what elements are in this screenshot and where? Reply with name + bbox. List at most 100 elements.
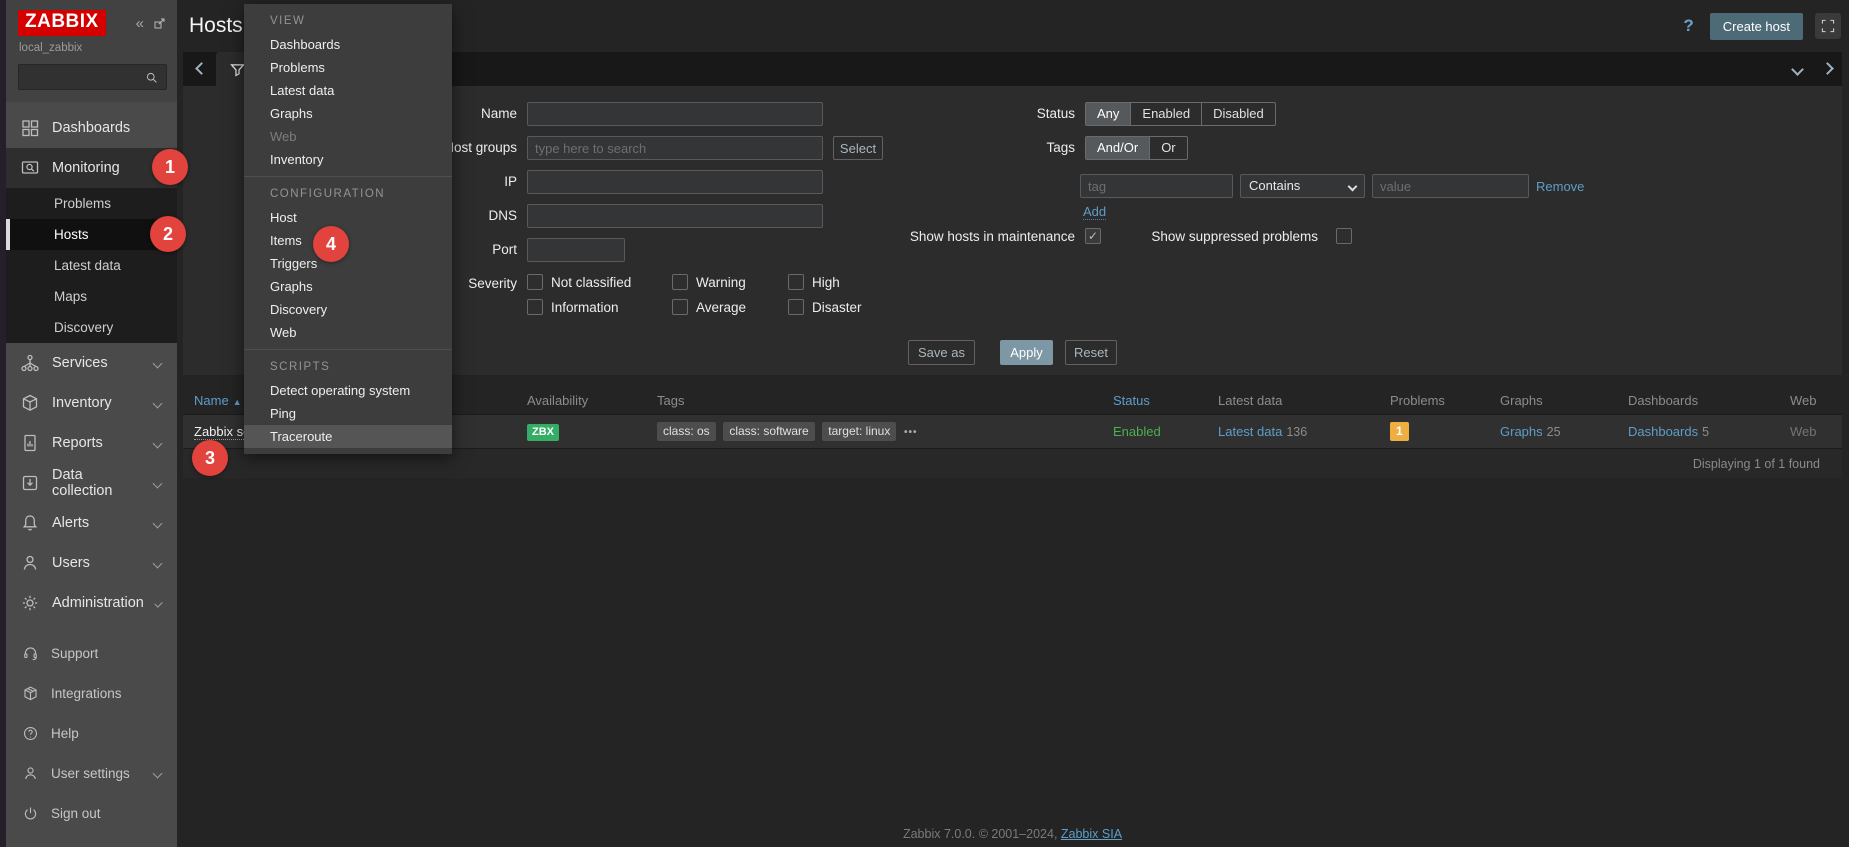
submenu-item-problems[interactable]: Problems (6, 188, 177, 219)
sidebar: ZABBIX « local_zabbix Dashboards Monitor… (6, 0, 177, 847)
hide-sidebar-icon[interactable] (152, 16, 167, 31)
menu-item-graphs[interactable]: Graphs (244, 102, 452, 125)
status-option-disabled[interactable]: Disabled (1202, 103, 1275, 125)
collapse-sidebar-icon[interactable]: « (136, 16, 144, 31)
save-as-button[interactable]: Save as (908, 340, 975, 365)
severity-disaster-checkbox[interactable] (788, 299, 804, 315)
sidebar-search[interactable] (18, 64, 167, 90)
host-status[interactable]: Enabled (1113, 424, 1218, 439)
menu-item-inventory[interactable]: Inventory (244, 148, 452, 171)
problems-count-badge[interactable]: 1 (1390, 422, 1409, 441)
search-input[interactable] (26, 70, 144, 84)
show-suppressed-problems-checkbox[interactable] (1336, 228, 1352, 244)
menu-item-detect-os[interactable]: Detect operating system (244, 379, 452, 402)
port-input[interactable] (527, 238, 625, 262)
submenu-item-maps[interactable]: Maps (6, 281, 177, 312)
sidebar-item-reports[interactable]: Reports (6, 423, 177, 463)
menu-item-discovery[interactable]: Discovery (244, 298, 452, 321)
tag-chip[interactable]: target: linux (822, 422, 897, 441)
search-icon[interactable] (144, 70, 159, 85)
tag-chip[interactable]: class: software (723, 422, 815, 441)
show-hosts-in-maintenance-label: Show hosts in maintenance (909, 229, 1075, 244)
sidebar-item-support[interactable]: Support (6, 633, 177, 673)
tags-operator-andor[interactable]: And/Or (1086, 137, 1151, 159)
column-header-status[interactable]: Status (1113, 393, 1218, 408)
sidebar-item-sign-out[interactable]: Sign out (6, 793, 177, 833)
sidebar-item-users[interactable]: Users (6, 543, 177, 583)
sidebar-item-dashboards[interactable]: Dashboards (6, 108, 177, 148)
tag-name-input[interactable] (1080, 174, 1233, 198)
severity-high-checkbox[interactable] (788, 274, 804, 290)
scroll-tabs-left-icon[interactable] (195, 62, 208, 75)
status-option-any[interactable]: Any (1086, 103, 1132, 125)
sidebar-item-inventory[interactable]: Inventory (6, 383, 177, 423)
sidebar-item-label: Dashboards (52, 120, 131, 136)
menu-item-config-web[interactable]: Web (244, 321, 452, 344)
tag-add-link[interactable]: Add (1083, 204, 1107, 220)
tags-operator-control: And/Or Or (1085, 136, 1188, 160)
users-icon (23, 555, 37, 570)
tags-operator-or[interactable]: Or (1150, 137, 1186, 159)
annotation-badge-4: 4 (313, 226, 349, 262)
submenu-item-latest-data[interactable]: Latest data (6, 250, 177, 281)
severity-warning: Warning (672, 273, 746, 291)
collapse-filter-icon[interactable] (1791, 63, 1804, 76)
annotation-badge-1: 1 (152, 149, 188, 185)
scroll-tabs-right-icon[interactable] (1821, 62, 1834, 75)
reset-button[interactable]: Reset (1065, 340, 1117, 365)
chevron-down-icon (152, 398, 163, 408)
sidebar-item-help[interactable]: Help (6, 713, 177, 753)
tag-value-input[interactable] (1372, 174, 1529, 198)
apply-button[interactable]: Apply (1000, 340, 1053, 365)
menu-item-triggers[interactable]: Triggers (244, 252, 452, 275)
sidebar-item-user-settings[interactable]: User settings (6, 753, 177, 793)
sidebar-item-data-collection[interactable]: Data collection (6, 463, 177, 503)
latest-data-link[interactable]: Latest data (1218, 424, 1282, 439)
menu-section-configuration: CONFIGURATION (270, 188, 386, 200)
menu-item-dashboards[interactable]: Dashboards (244, 33, 452, 56)
sidebar-item-alerts[interactable]: Alerts (6, 503, 177, 543)
chevron-down-icon (152, 558, 163, 568)
graphs-link[interactable]: Graphs (1500, 424, 1543, 439)
menu-item-traceroute[interactable]: Traceroute (244, 425, 452, 448)
menu-item-host[interactable]: Host (244, 206, 452, 229)
sidebar-item-integrations[interactable]: Integrations (6, 673, 177, 713)
dns-input[interactable] (527, 204, 823, 228)
sidebar-item-administration[interactable]: Administration (6, 583, 177, 623)
name-input[interactable] (527, 102, 823, 126)
more-tags-icon[interactable]: ••• (904, 427, 918, 438)
graphs-count: 25 (1546, 425, 1561, 439)
menu-item-problems[interactable]: Problems (244, 56, 452, 79)
host-name-link[interactable]: Zabbix se (194, 424, 251, 440)
column-header-problems: Problems (1390, 392, 1445, 408)
create-host-button[interactable]: Create host (1709, 12, 1803, 40)
sidebar-item-services[interactable]: Services (6, 343, 177, 383)
submenu-item-discovery[interactable]: Discovery (6, 312, 177, 343)
ip-input[interactable] (527, 170, 823, 194)
severity-information-checkbox[interactable] (527, 299, 543, 315)
severity-average-checkbox[interactable] (672, 299, 688, 315)
dashboards-link[interactable]: Dashboards (1628, 424, 1698, 439)
severity-not-classified-checkbox[interactable] (527, 274, 543, 290)
tag-match-select[interactable]: Contains (1240, 174, 1365, 198)
menu-divider (244, 176, 452, 177)
kiosk-mode-button[interactable] (1815, 13, 1841, 39)
status-option-enabled[interactable]: Enabled (1131, 103, 1203, 125)
fullscreen-icon (1821, 19, 1835, 33)
column-header-tags: Tags (657, 392, 685, 408)
menu-item-ping[interactable]: Ping (244, 402, 452, 425)
host-groups-input[interactable] (527, 136, 823, 160)
help-button[interactable]: ? (1679, 16, 1697, 36)
severity-warning-checkbox[interactable] (672, 274, 688, 290)
zabbix-sia-link[interactable]: Zabbix SIA (1061, 827, 1122, 841)
tag-chip[interactable]: class: os (657, 422, 716, 441)
menu-item-latest-data[interactable]: Latest data (244, 79, 452, 102)
severity-average: Average (672, 298, 746, 316)
menu-item-config-graphs[interactable]: Graphs (244, 275, 452, 298)
chevron-down-icon (154, 598, 163, 608)
support-icon (24, 646, 37, 660)
chevron-down-icon (1347, 181, 1358, 192)
data-collection-icon (22, 475, 38, 491)
sign-out-icon (24, 807, 37, 819)
tag-remove-link[interactable]: Remove (1536, 179, 1584, 194)
